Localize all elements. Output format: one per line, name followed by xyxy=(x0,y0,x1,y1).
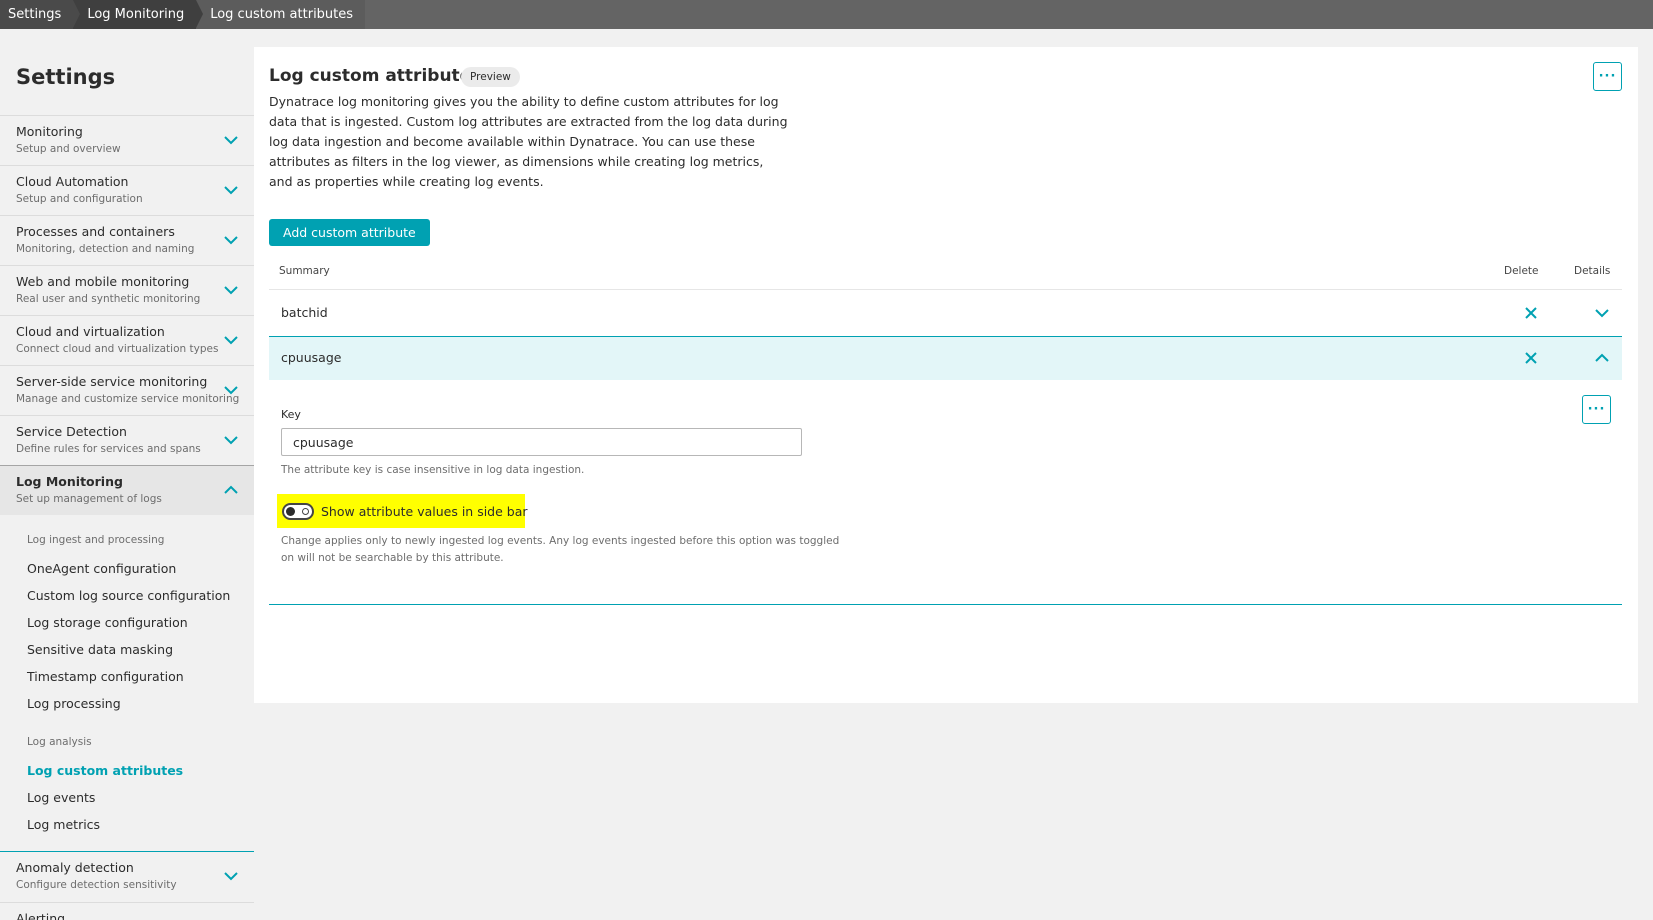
sidebar-group-subtitle: Setup and configuration xyxy=(16,193,143,205)
toggle-knob xyxy=(286,507,295,516)
sidebar-group-title: Log Monitoring xyxy=(16,474,123,489)
sidebar-group-alerting[interactable]: Alerting xyxy=(0,902,254,920)
sidebar-group-subtitle: Setup and overview xyxy=(16,143,121,155)
sidebar-group-subtitle: Manage and customize service monitoring xyxy=(16,393,240,405)
chevron-down-icon[interactable] xyxy=(223,232,239,248)
sidebar-group-web-mobile[interactable]: Web and mobile monitoring Real user and … xyxy=(0,265,254,315)
sidebar-group-subtitle: Connect cloud and virtualization types xyxy=(16,343,219,355)
preview-badge: Preview xyxy=(461,67,520,87)
row-summary: batchid xyxy=(281,305,328,320)
row-summary: cpuusage xyxy=(281,350,342,365)
sidebar-group-service-detection[interactable]: Service Detection Define rules for servi… xyxy=(0,415,254,465)
toggle-hint-line2: on will not be searchable by this attrib… xyxy=(281,552,504,564)
sidebar-item-log-metrics[interactable]: Log metrics xyxy=(27,817,100,832)
show-in-sidebar-toggle[interactable] xyxy=(282,503,314,520)
breadcrumb: Settings Log Monitoring Log custom attri… xyxy=(0,0,1653,29)
chevron-down-icon[interactable] xyxy=(223,868,239,884)
chevron-down-icon[interactable] xyxy=(223,432,239,448)
sidebar-group-subtitle: Set up management of logs xyxy=(16,493,162,505)
sidebar-group-title: Processes and containers xyxy=(16,224,175,239)
sidebar-group-title: Cloud and virtualization xyxy=(16,324,165,339)
sidebar-section-heading: Log ingest and processing xyxy=(27,534,165,546)
sidebar-group-title: Web and mobile monitoring xyxy=(16,274,190,289)
sidebar-item-log-processing[interactable]: Log processing xyxy=(27,696,121,711)
sidebar-group-title: Server-side service monitoring xyxy=(16,374,208,389)
settings-sidebar: Settings Monitoring Setup and overview C… xyxy=(0,29,254,920)
sidebar-group-title: Monitoring xyxy=(16,124,83,139)
chevron-down-icon[interactable] xyxy=(223,282,239,298)
chevron-down-icon[interactable] xyxy=(223,382,239,398)
column-header-delete: Delete xyxy=(1504,265,1539,277)
sidebar-group-anomaly-detection[interactable]: Anomaly detection Configure detection se… xyxy=(0,852,254,902)
close-icon[interactable] xyxy=(1524,351,1538,365)
key-label: Key xyxy=(281,408,301,421)
close-icon[interactable] xyxy=(1524,306,1538,320)
sidebar-item-custom-log-source[interactable]: Custom log source configuration xyxy=(27,588,230,603)
sidebar-group-processes[interactable]: Processes and containers Monitoring, det… xyxy=(0,215,254,265)
toggle-highlight: Show attribute values in side bar xyxy=(277,494,528,528)
page-more-button[interactable]: ··· xyxy=(1593,62,1622,91)
breadcrumb-label: Log Monitoring xyxy=(87,7,185,22)
key-hint: The attribute key is case insensitive in… xyxy=(281,464,585,476)
column-header-details: Details xyxy=(1574,265,1611,277)
sidebar-group-title: Anomaly detection xyxy=(16,860,134,875)
column-header-summary: Summary xyxy=(279,265,330,277)
toggle-label[interactable]: Show attribute values in side bar xyxy=(321,504,528,519)
toggle-hint-line1: Change applies only to newly ingested lo… xyxy=(281,535,840,547)
sidebar-group-server-side[interactable]: Server-side service monitoring Manage an… xyxy=(0,365,254,415)
sidebar-item-log-storage[interactable]: Log storage configuration xyxy=(27,615,188,630)
breadcrumb-log-monitoring[interactable]: Log Monitoring xyxy=(73,0,204,29)
chevron-down-icon[interactable] xyxy=(223,132,239,148)
row-more-button[interactable]: ··· xyxy=(1582,395,1611,424)
page-description: Dynatrace log monitoring gives you the a… xyxy=(269,94,788,189)
toggle-off-indicator-icon xyxy=(302,508,309,515)
sidebar-item-sensitive-data-masking[interactable]: Sensitive data masking xyxy=(27,642,173,657)
breadcrumb-settings[interactable]: Settings xyxy=(0,0,81,29)
breadcrumb-label: Settings xyxy=(8,7,62,22)
expanded-row-bottom-border xyxy=(269,604,1622,605)
main-card: Log custom attributes Preview Dynatrace … xyxy=(254,47,1638,703)
sidebar-item-oneagent-configuration[interactable]: OneAgent configuration xyxy=(27,561,176,576)
sidebar-item-log-custom-attributes[interactable]: Log custom attributes xyxy=(27,763,183,778)
sidebar-group-subtitle: Monitoring, detection and naming xyxy=(16,243,195,255)
page-title: Log custom attributes xyxy=(269,66,482,86)
sidebar-group-cloud-automation[interactable]: Cloud Automation Setup and configuration xyxy=(0,165,254,215)
sidebar-section-heading: Log analysis xyxy=(27,736,92,748)
table-row-expanded[interactable]: cpuusage xyxy=(269,336,1622,380)
chevron-down-icon[interactable] xyxy=(223,182,239,198)
sidebar-group-title: Service Detection xyxy=(16,424,127,439)
chevron-up-icon[interactable] xyxy=(1594,350,1610,366)
sidebar-title: Settings xyxy=(16,65,116,89)
add-custom-attribute-button[interactable]: Add custom attribute xyxy=(269,219,430,246)
breadcrumb-separator-icon xyxy=(196,0,204,28)
sidebar-group-monitoring[interactable]: Monitoring Setup and overview xyxy=(0,115,254,165)
sidebar-group-log-monitoring[interactable]: Log Monitoring Set up management of logs xyxy=(0,465,254,515)
table-row[interactable]: batchid xyxy=(269,289,1622,336)
sidebar-group-title: Alerting xyxy=(16,911,66,920)
chevron-up-icon[interactable] xyxy=(223,482,239,498)
more-icon: ··· xyxy=(1587,402,1606,417)
key-input[interactable] xyxy=(281,428,802,456)
chevron-down-icon[interactable] xyxy=(1594,305,1610,321)
sidebar-group-subtitle: Configure detection sensitivity xyxy=(16,879,177,891)
sidebar-group-subtitle: Real user and synthetic monitoring xyxy=(16,293,201,305)
sidebar-item-timestamp-configuration[interactable]: Timestamp configuration xyxy=(27,669,184,684)
chevron-down-icon[interactable] xyxy=(223,332,239,348)
breadcrumb-separator-icon xyxy=(73,0,81,28)
more-icon: ··· xyxy=(1598,69,1617,84)
sidebar-group-cloud-virtualization[interactable]: Cloud and virtualization Connect cloud a… xyxy=(0,315,254,365)
breadcrumb-current: Log custom attributes xyxy=(196,0,366,29)
sidebar-item-log-events[interactable]: Log events xyxy=(27,790,95,805)
sidebar-group-title: Cloud Automation xyxy=(16,174,129,189)
sidebar-group-subtitle: Define rules for services and spans xyxy=(16,443,201,455)
breadcrumb-label: Log custom attributes xyxy=(210,7,354,22)
